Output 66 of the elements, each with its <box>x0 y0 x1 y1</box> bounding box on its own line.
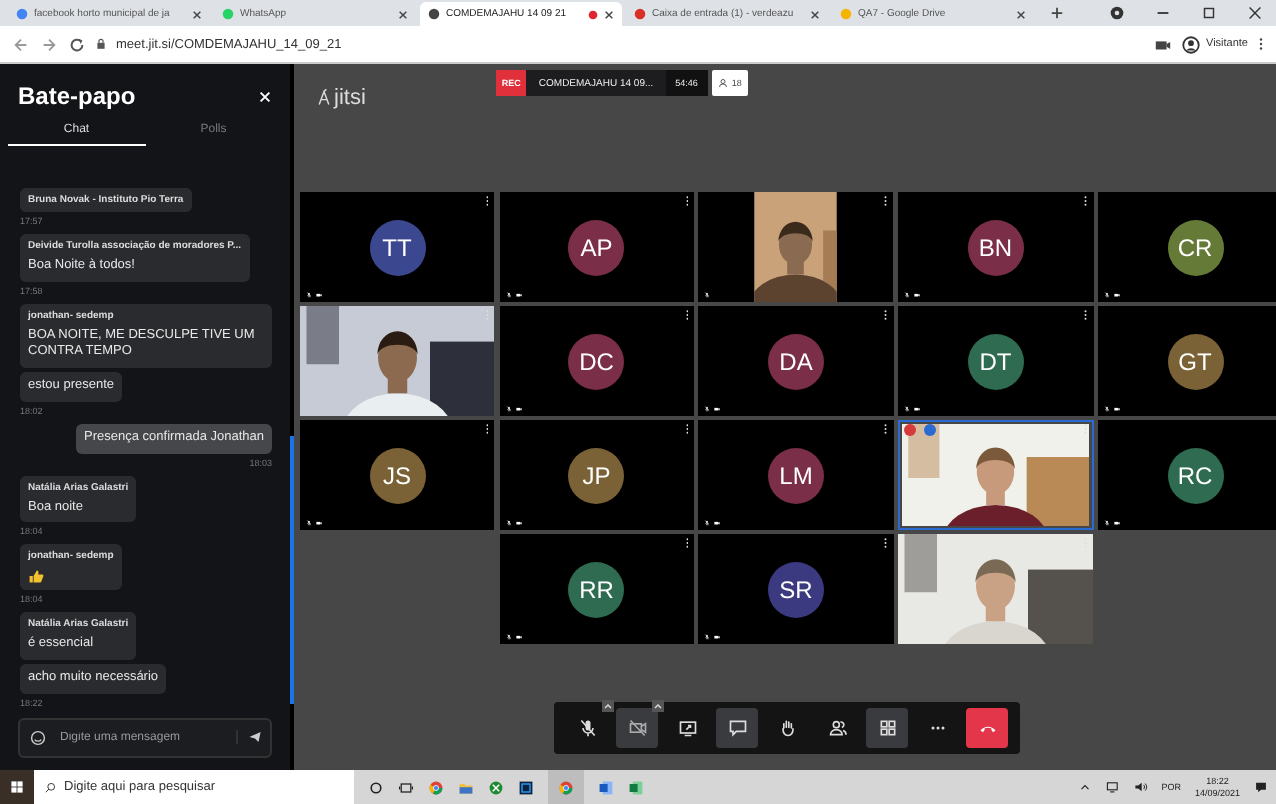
close-icon[interactable] <box>192 9 202 19</box>
folder-icon[interactable] <box>458 779 474 795</box>
browser-icon[interactable] <box>428 779 444 795</box>
maximize-icon[interactable] <box>1200 4 1218 22</box>
caret-icon[interactable] <box>652 700 664 712</box>
chat-title: Bate-papo <box>18 82 136 110</box>
profile-icon[interactable] <box>1182 35 1200 53</box>
send-icon[interactable] <box>236 730 262 744</box>
speaker-icon[interactable] <box>1133 780 1148 794</box>
close-icon[interactable] <box>1246 4 1264 22</box>
windows-icon <box>10 780 24 794</box>
spreadsheet-icon[interactable] <box>628 779 644 795</box>
site-icon <box>222 8 234 20</box>
close-icon[interactable] <box>810 9 820 19</box>
participant-tile[interactable] <box>499 420 694 530</box>
site-icon <box>16 8 28 20</box>
screen-icon <box>677 718 697 738</box>
participant-tile[interactable] <box>499 192 694 302</box>
site-icon <box>428 8 440 20</box>
speech-bubble-icon <box>727 718 747 738</box>
circle-icon[interactable] <box>368 779 384 795</box>
participant-tile[interactable] <box>898 306 1093 416</box>
logo-icon <box>316 88 332 108</box>
participant-tile[interactable] <box>698 420 894 530</box>
record-icon[interactable] <box>1108 4 1126 22</box>
participant-tile[interactable] <box>698 306 894 416</box>
participant-tile[interactable] <box>499 534 694 644</box>
task-view-icon[interactable] <box>398 779 414 795</box>
hand-icon <box>777 718 797 738</box>
caret-icon[interactable] <box>602 700 614 712</box>
camera-off-icon <box>627 718 647 738</box>
chat-button[interactable] <box>716 708 758 748</box>
close-icon[interactable] <box>1016 9 1026 19</box>
browser-icon <box>558 779 574 795</box>
logo-text: jitsi <box>334 86 366 110</box>
forward-icon[interactable] <box>40 35 58 53</box>
lock-icon <box>96 38 106 50</box>
network-icon[interactable] <box>1105 780 1120 794</box>
notification-icon[interactable] <box>1254 780 1268 794</box>
new-tab-icon[interactable] <box>1050 6 1064 20</box>
close-icon[interactable] <box>398 9 408 19</box>
participant-tile[interactable] <box>299 420 495 530</box>
participant-tile[interactable] <box>898 192 1093 302</box>
close-icon[interactable] <box>604 9 614 19</box>
reload-icon[interactable] <box>68 35 86 53</box>
participant-tile[interactable] <box>698 534 894 644</box>
camera-icon[interactable] <box>1154 35 1172 53</box>
menu-icon[interactable] <box>1258 36 1264 52</box>
back-icon[interactable] <box>12 35 30 53</box>
game-icon[interactable] <box>488 779 504 795</box>
site-icon <box>634 8 646 20</box>
smiley-icon[interactable] <box>30 730 46 746</box>
microphone-off-icon <box>577 718 597 738</box>
image-editor-icon[interactable] <box>518 779 534 795</box>
grid-icon <box>877 718 897 738</box>
search-icon <box>44 781 56 793</box>
tile-view-button[interactable] <box>866 708 908 748</box>
site-icon <box>840 8 852 20</box>
document-icon[interactable] <box>598 779 614 795</box>
thumbs-up-icon <box>28 568 44 585</box>
people-icon <box>717 78 728 88</box>
start-button[interactable] <box>0 770 34 804</box>
people-icon <box>827 718 847 738</box>
participant-tile[interactable] <box>499 306 694 416</box>
caret-icon[interactable] <box>1077 780 1092 794</box>
participant-tile[interactable] <box>299 192 495 302</box>
